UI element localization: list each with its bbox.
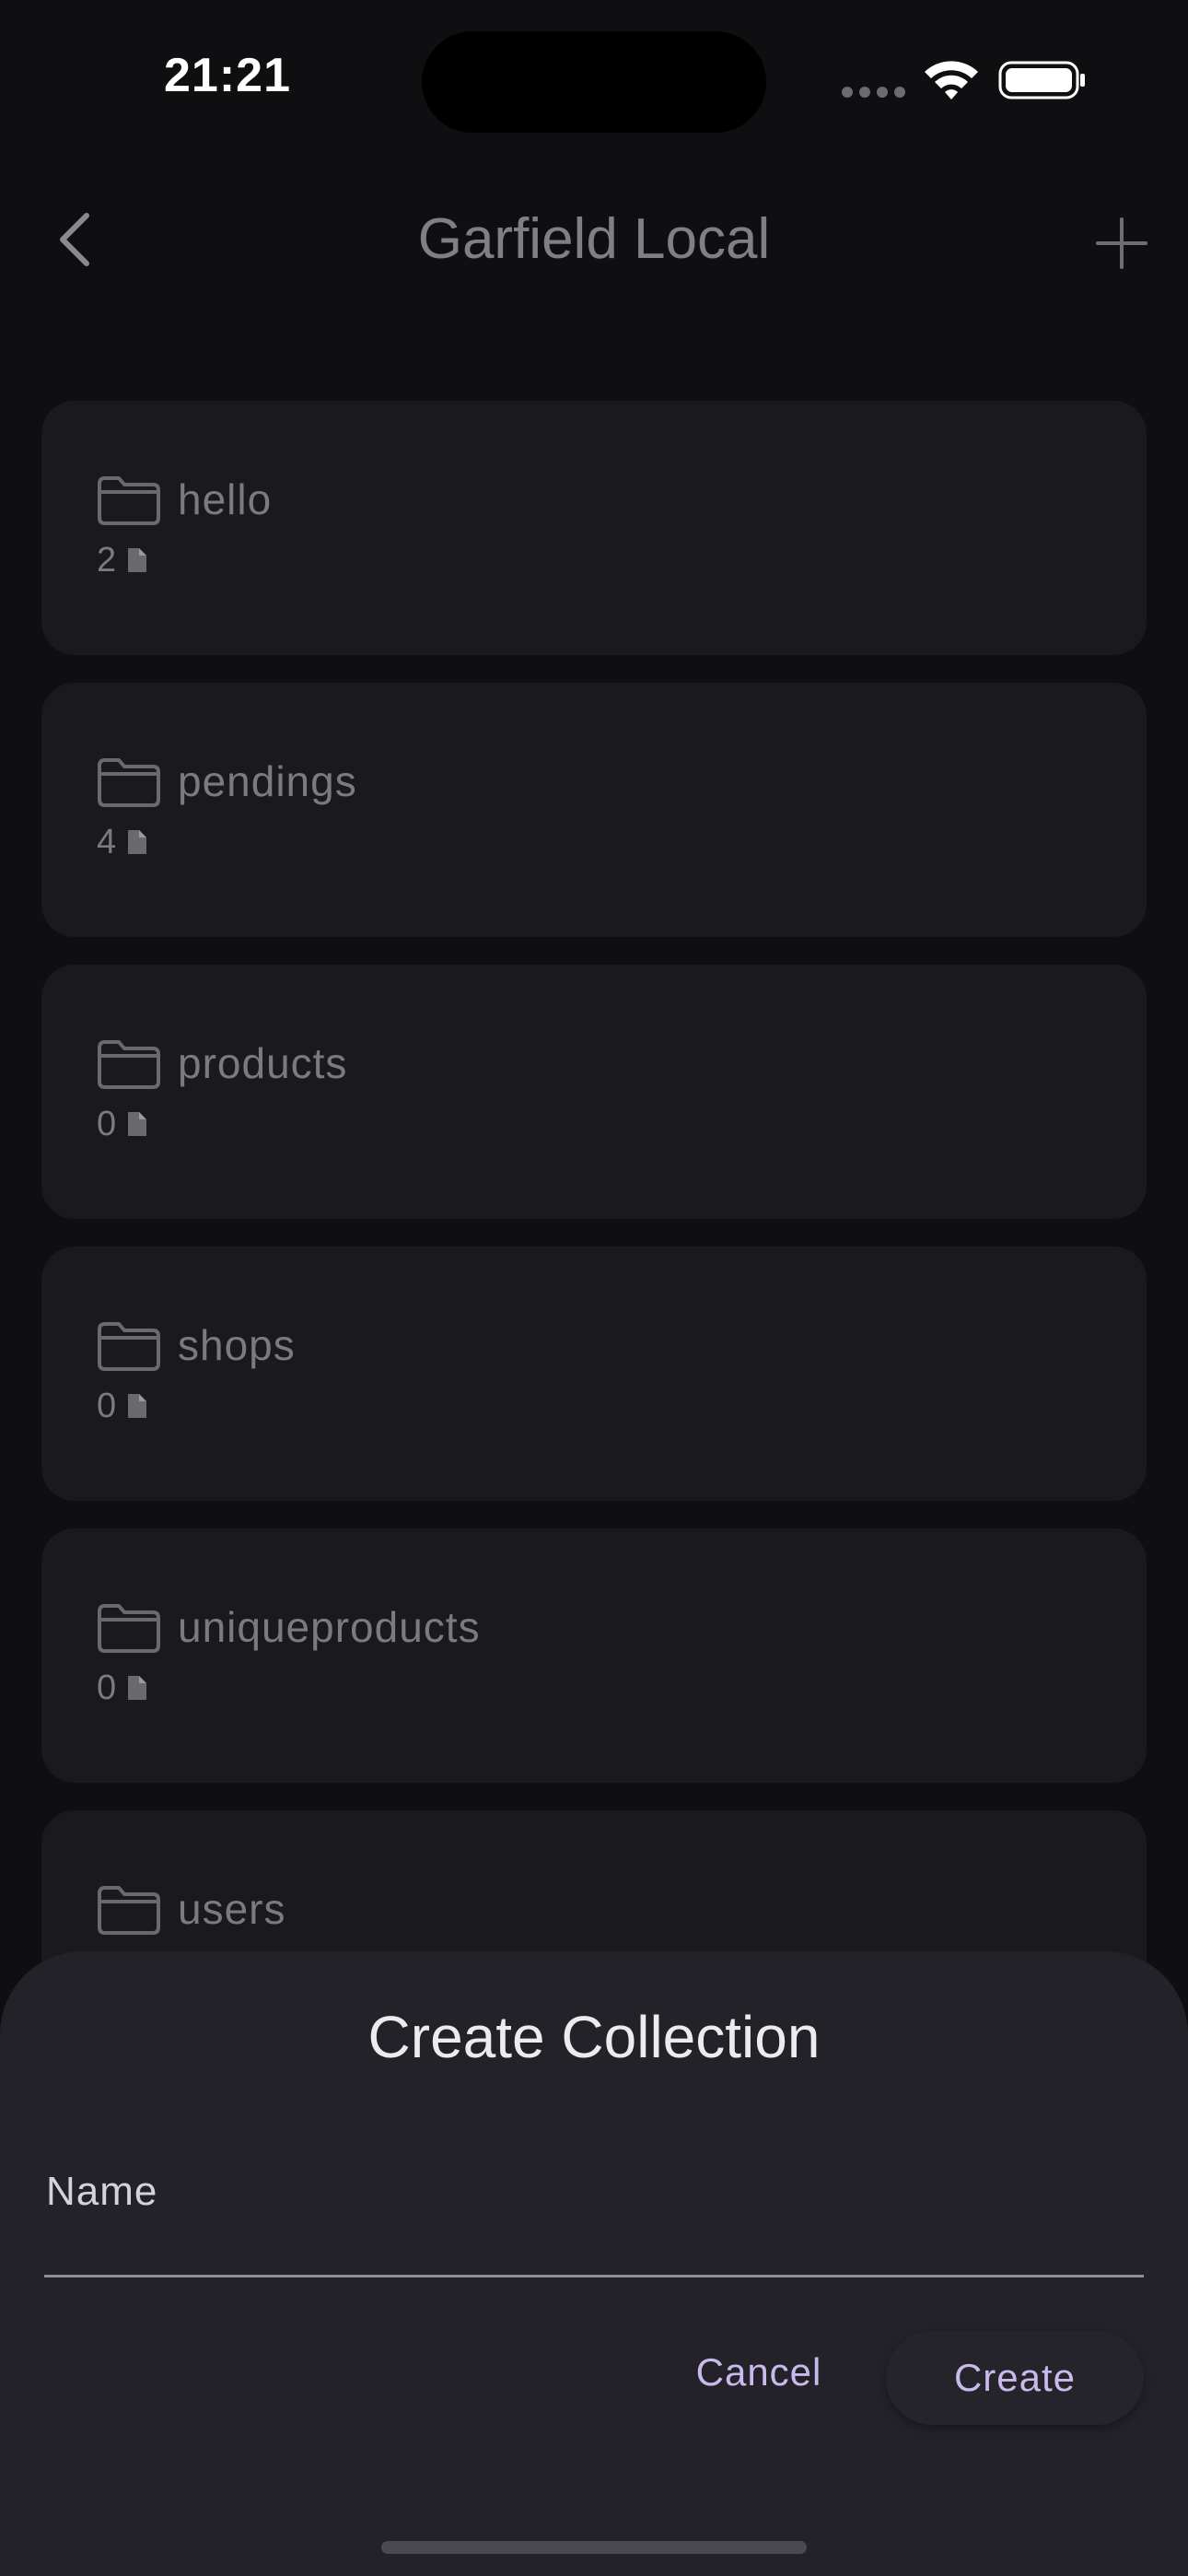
folder-icon bbox=[98, 1604, 160, 1653]
document-count: 0 bbox=[97, 1387, 117, 1425]
collection-name: products bbox=[178, 1039, 348, 1087]
collection-name: users bbox=[178, 1885, 286, 1933]
folder-icon bbox=[98, 1322, 160, 1371]
collection-name: shops bbox=[178, 1321, 296, 1369]
cancel-button[interactable]: Cancel bbox=[669, 2340, 849, 2405]
home-indicator[interactable] bbox=[381, 2541, 807, 2554]
page-title: Garfield Local bbox=[417, 207, 771, 271]
cellular-signal-icon bbox=[842, 87, 906, 98]
folder-icon bbox=[98, 1886, 160, 1935]
document-count: 4 bbox=[97, 823, 117, 861]
name-field-label: Name bbox=[46, 2169, 158, 2214]
sheet-title: Create Collection bbox=[367, 2004, 821, 2070]
document-icon bbox=[128, 548, 146, 572]
collection-name: pendings bbox=[178, 757, 357, 805]
collection-card-hello[interactable]: hello 2 bbox=[41, 401, 1147, 655]
collection-card-uniqueproducts[interactable]: uniqueproducts 0 bbox=[41, 1528, 1147, 1783]
document-count: 0 bbox=[97, 1669, 117, 1707]
document-icon bbox=[128, 830, 146, 854]
collection-name: hello bbox=[178, 475, 273, 523]
create-button[interactable]: Create bbox=[886, 2331, 1144, 2425]
collection-card-shops[interactable]: shops 0 bbox=[41, 1247, 1147, 1501]
screen: 21:21 Garfield Local hello 2 pendings 4 … bbox=[0, 0, 1188, 2576]
document-icon bbox=[128, 1676, 146, 1700]
folder-icon bbox=[98, 758, 160, 807]
document-icon bbox=[128, 1394, 146, 1418]
name-input[interactable] bbox=[44, 2147, 1144, 2277]
folder-icon bbox=[98, 476, 160, 525]
folder-icon bbox=[98, 1040, 160, 1089]
dynamic-island bbox=[422, 31, 766, 133]
battery-icon bbox=[998, 61, 1085, 100]
status-time: 21:21 bbox=[164, 49, 291, 102]
wifi-icon bbox=[925, 61, 978, 100]
document-count: 2 bbox=[97, 541, 117, 580]
collection-card-pendings[interactable]: pendings 4 bbox=[41, 683, 1147, 937]
document-icon bbox=[128, 1112, 146, 1136]
collection-name: uniqueproducts bbox=[178, 1603, 481, 1651]
collection-card-products[interactable]: products 0 bbox=[41, 965, 1147, 1219]
document-count: 0 bbox=[97, 1105, 117, 1143]
plus-icon[interactable] bbox=[1096, 217, 1147, 269]
